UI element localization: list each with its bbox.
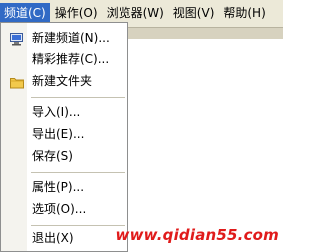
menu-item-properties[interactable]: 属性(P)... [2,177,126,198]
menu-item-new-channel[interactable]: 新建频道(N)... [2,28,126,49]
folder-icon [10,75,24,89]
menu-item-label: 新建频道(N)... [32,31,110,45]
menu-item-label: 导入(I)... [32,105,81,119]
menu-separator [31,225,125,226]
menu-separator [31,97,125,98]
menu-item-export[interactable]: 导出(E)... [2,124,126,145]
menu-item-label: 选项(O)... [32,202,87,216]
menu-item-save[interactable]: 保存(S) [2,146,126,167]
menu-item-exit[interactable]: 退出(X) [2,228,126,249]
menu-item-label: 属性(P)... [32,180,85,194]
new-channel-icon [10,32,24,46]
menu-browser[interactable]: 浏览器(W) [103,3,168,24]
toolbar-strip [128,27,283,39]
menu-item-label: 精彩推荐(C)... [32,52,110,66]
menu-view[interactable]: 视图(V) [169,3,219,24]
menu-item-featured[interactable]: 精彩推荐(C)... [2,49,126,70]
content-area [128,39,283,252]
watermark-text: www.qidian55.com [115,226,279,244]
menu-item-label: 保存(S) [32,149,73,163]
menu-item-options[interactable]: 选项(O)... [2,199,126,220]
menu-item-import[interactable]: 导入(I)... [2,102,126,123]
menu-operation[interactable]: 操作(O) [51,3,102,24]
menu-item-label: 导出(E)... [32,127,85,141]
menu-item-label: 退出(X) [32,231,74,245]
menu-separator [31,172,125,173]
channel-dropdown-menu: 新建频道(N)... 精彩推荐(C)... 新建文件夹 导入(I)... 导出(… [0,22,128,252]
menu-help[interactable]: 帮助(H) [219,3,269,24]
menu-item-new-folder[interactable]: 新建文件夹 [2,71,126,92]
menu-item-label: 新建文件夹 [32,74,93,88]
menu-channel[interactable]: 频道(C) [0,3,50,24]
